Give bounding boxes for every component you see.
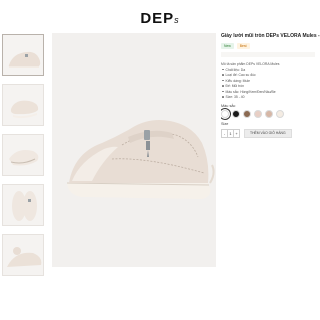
price-bar <box>221 52 315 57</box>
quantity-value[interactable]: 1 <box>227 129 234 137</box>
thumbnail-5[interactable] <box>2 234 44 276</box>
shoe-top-image <box>10 100 39 119</box>
badge-row: New Best <box>221 43 320 49</box>
shoe-side-image <box>8 51 41 68</box>
color-label: Màu sắc <box>221 103 236 108</box>
color-swatch-brown[interactable] <box>243 109 251 118</box>
color-swatch-cream[interactable] <box>276 109 284 118</box>
thumbnail-list <box>2 34 46 284</box>
buy-row: - 1 + THÊM VÀO GIỎ HÀNG <box>221 128 320 138</box>
shoe-main-image <box>66 120 215 199</box>
add-to-cart-button[interactable]: THÊM VÀO GIỎ HÀNG <box>244 128 292 138</box>
product-title: Giày lười mũi tròn DEPs VELORA Mules - n… <box>221 33 320 39</box>
color-swatch-pink[interactable] <box>254 109 262 118</box>
brand-logo-suffix: s <box>174 15 180 25</box>
quantity-stepper: - 1 + <box>221 128 240 138</box>
color-swatches <box>221 107 320 120</box>
color-swatch-black[interactable] <box>232 109 240 118</box>
color-swatch-white[interactable] <box>221 107 231 120</box>
shoe-detail-image <box>7 247 42 267</box>
size-label: Size <box>221 121 229 126</box>
thumbnail-3[interactable] <box>2 134 44 176</box>
spec-item: Size: 35 - 40 <box>221 95 320 101</box>
quantity-increase-button[interactable]: + <box>234 130 239 137</box>
shoe-pair-image <box>12 191 37 221</box>
badge-best: Best <box>236 43 250 49</box>
badge-new: New <box>221 43 234 49</box>
brand-logo-main: DEP <box>140 10 175 27</box>
color-swatch-tan[interactable] <box>265 109 273 118</box>
thumbnail-4[interactable] <box>2 184 44 226</box>
thumbnail-1[interactable] <box>2 34 44 76</box>
thumbnail-2[interactable] <box>2 84 44 126</box>
product-info-panel: Giày lười mũi tròn DEPs VELORA Mules - n… <box>221 33 320 138</box>
brand-logo[interactable]: DEPs <box>0 10 320 27</box>
product-specs: Mô tả sản phẩm DEPs VELORA Mules Chất li… <box>221 62 320 101</box>
main-product-image[interactable] <box>52 33 216 267</box>
shoe-sole-image <box>9 150 39 166</box>
